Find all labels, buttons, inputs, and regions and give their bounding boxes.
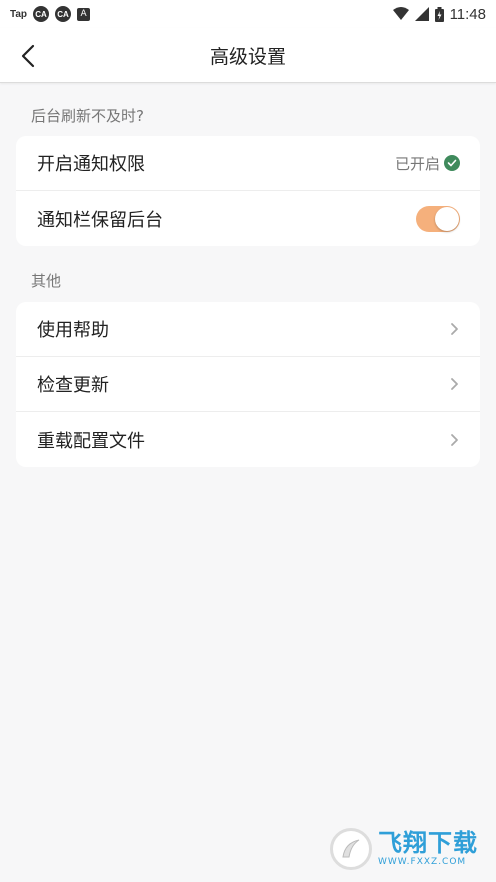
watermark-url: WWW.FXXZ.COM [378, 857, 467, 867]
clock: 11:48 [449, 5, 486, 23]
tap-app-label: Tap [10, 8, 28, 20]
app-notification-icon: CA [33, 6, 50, 22]
section-label-background-refresh: 后台刷新不及时? [31, 107, 144, 125]
app-header: 高级设置 [0, 28, 496, 83]
status-bar-left: Tap CA CA A [10, 6, 91, 22]
page-title: 高级设置 [209, 45, 286, 68]
watermark-brand: 飞翔下载 [378, 829, 478, 857]
toggle-knob [435, 206, 459, 231]
status-bar-right: 11:48 [392, 5, 486, 23]
app-store-icon: A [77, 7, 91, 21]
keep-background-label: 通知栏保留后台 [37, 209, 163, 231]
status-bar: Tap CA CA A 11:48 [0, 0, 496, 28]
section-label-other: 其他 [31, 272, 62, 290]
help-label: 使用帮助 [37, 320, 109, 341]
chevron-right-icon [451, 323, 458, 335]
notification-permission-label: 开启通知权限 [37, 154, 145, 175]
reload-config-row[interactable]: 重载配置文件 [16, 412, 480, 467]
back-button[interactable] [10, 38, 46, 74]
notification-permission-row[interactable]: 开启通知权限 已开启 [16, 136, 480, 191]
notification-permission-status: 已开启 [395, 153, 460, 174]
check-update-row[interactable]: 检查更新 [16, 357, 480, 412]
other-card: 使用帮助 检查更新 重载配置文件 [16, 302, 480, 467]
wifi-icon [392, 7, 409, 20]
watermark: 飞翔下载 WWW.FXXZ.COM [330, 826, 484, 872]
watermark-logo-icon [330, 828, 372, 870]
chevron-right-icon [451, 433, 458, 446]
app-notification-icon: CA [55, 6, 72, 22]
keep-background-toggle[interactable] [416, 205, 460, 232]
battery-icon [434, 6, 444, 22]
check-update-label: 检查更新 [37, 375, 109, 396]
keep-background-row: 通知栏保留后台 [16, 191, 480, 246]
chevron-left-icon [21, 44, 35, 68]
watermark-text: 飞翔下载 WWW.FXXZ.COM [378, 831, 478, 867]
check-circle-icon [444, 155, 460, 171]
reload-config-label: 重载配置文件 [37, 430, 145, 452]
background-refresh-card: 开启通知权限 已开启 通知栏保留后台 [16, 136, 480, 246]
signal-icon [414, 7, 429, 21]
chevron-right-icon [451, 378, 458, 390]
status-text: 已开启 [394, 154, 440, 173]
help-row[interactable]: 使用帮助 [16, 302, 480, 357]
